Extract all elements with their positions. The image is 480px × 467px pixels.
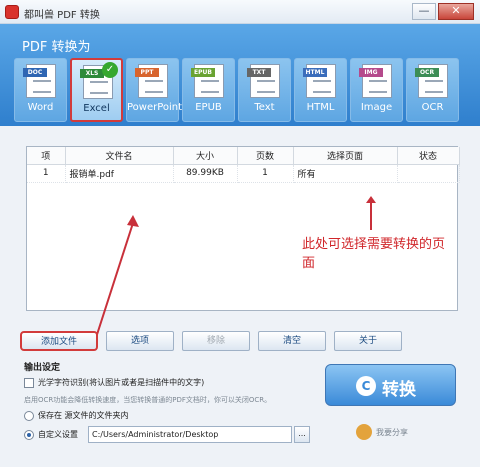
table-header-row: 项 文件名 大小 页数 选择页面 状态 <box>27 147 460 165</box>
format-button-ocr[interactable]: OCR OCR <box>406 58 459 122</box>
custom-path-label: 自定义设置 <box>38 430 78 439</box>
format-banner: PDF 转换为 DOC Word XLS ✓ Excel PPT PowerPoint EPU… <box>0 24 480 126</box>
annotation-text: 此处可选择需要转换的页面 <box>302 237 446 271</box>
clear-button[interactable]: 清空 <box>258 331 326 351</box>
window-title: 都叫兽 PDF 转换 <box>24 10 100 21</box>
text-file-icon: TXT <box>247 64 280 98</box>
window-controls: — ✕ <box>412 3 474 20</box>
remove-button[interactable]: 移除 <box>182 331 250 351</box>
format-label: PowerPoint <box>127 102 183 113</box>
title-bar: 都叫兽 PDF 转换 — ✕ <box>0 0 480 24</box>
image-file-icon: IMG <box>359 64 392 98</box>
column-header-index[interactable]: 项 <box>27 147 66 165</box>
add-file-button[interactable]: 添加文件 <box>20 331 98 351</box>
output-path-input[interactable]: C:/Users/Administrator/Desktop <box>88 426 292 443</box>
format-tag: EPUB <box>191 68 215 77</box>
banner-title: PDF 转换为 <box>22 40 91 55</box>
ocr-hint: 启用OCR功能会降低转换速度，当您转换普通的PDF文档时，你可以关闭OCR。 <box>24 396 272 404</box>
convert-icon: C <box>356 376 376 396</box>
format-tag: PPT <box>135 68 159 77</box>
column-header-select-pages[interactable]: 选择页面 <box>293 147 398 165</box>
format-label: OCR <box>421 102 444 113</box>
format-label: Image <box>360 102 393 113</box>
file-table[interactable]: 项 文件名 大小 页数 选择页面 状态 1 报销单.pdf 89.99KB 1 … <box>26 146 460 348</box>
format-button-image[interactable]: IMG Image <box>350 58 403 122</box>
ocr-label: 光学字符识别(将认图片或者是扫描件中的文字) <box>38 378 205 387</box>
format-label: Excel <box>83 103 110 114</box>
cell-status <box>397 164 460 183</box>
format-button-powerpoint[interactable]: PPT PowerPoint <box>126 58 183 122</box>
minimize-button[interactable]: — <box>412 3 436 20</box>
format-tag: TXT <box>247 68 271 77</box>
convert-label: 转换 <box>382 380 416 400</box>
column-header-status[interactable]: 状态 <box>397 147 460 165</box>
options-button[interactable]: 选项 <box>106 331 174 351</box>
html-file-icon: HTML <box>303 64 336 98</box>
cell-index: 1 <box>27 164 66 183</box>
column-header-filename[interactable]: 文件名 <box>65 147 174 165</box>
format-label: EPUB <box>195 102 222 113</box>
custom-path-option[interactable]: 自定义设置 <box>24 429 78 440</box>
main-panel: 项 文件名 大小 页数 选择页面 状态 1 报销单.pdf 89.99KB 1 … <box>0 126 480 467</box>
word-file-icon: DOC <box>23 64 56 98</box>
cell-filename: 报销单.pdf <box>65 164 174 183</box>
powerpoint-file-icon: PPT <box>135 64 168 98</box>
ocr-option[interactable]: 光学字符识别(将认图片或者是扫描件中的文字) <box>24 377 204 388</box>
share-link[interactable]: 我要分享 <box>356 424 408 440</box>
format-button-text[interactable]: TXT Text <box>238 58 291 122</box>
format-label: Word <box>27 102 54 113</box>
close-button[interactable]: ✕ <box>438 3 474 20</box>
format-button-excel[interactable]: XLS ✓ Excel <box>70 58 123 122</box>
cell-selected-pages[interactable]: 所有 <box>293 164 398 183</box>
cell-pages: 1 <box>237 164 294 183</box>
format-tag: DOC <box>23 68 47 77</box>
file-action-buttons: 添加文件 选项 移除 清空 关于 <box>20 331 402 351</box>
share-icon <box>356 424 372 440</box>
annotation-arrow-up <box>366 196 376 230</box>
column-header-size[interactable]: 大小 <box>173 147 238 165</box>
share-label: 我要分享 <box>376 427 408 437</box>
ocr-checkbox[interactable] <box>24 377 34 388</box>
format-tag: OCR <box>415 68 439 77</box>
format-tag: XLS <box>80 69 104 78</box>
cell-size: 89.99KB <box>173 164 238 183</box>
format-tag: IMG <box>359 68 383 77</box>
custom-path-radio[interactable] <box>24 429 34 440</box>
format-button-html[interactable]: HTML HTML <box>294 58 347 122</box>
format-list: DOC Word XLS ✓ Excel PPT PowerPoint EPUB EPUB TXT… <box>14 58 459 122</box>
app-icon <box>5 5 19 19</box>
ocr-file-icon: OCR <box>415 64 448 98</box>
save-source-radio[interactable] <box>24 410 34 421</box>
output-settings-title: 输出设定 <box>24 363 61 373</box>
save-source-label: 保存在 源文件的文件夹内 <box>38 411 129 420</box>
save-source-option[interactable]: 保存在 源文件的文件夹内 <box>24 410 129 421</box>
table-row[interactable]: 1 报销单.pdf 89.99KB 1 所有 <box>27 164 460 183</box>
browse-button[interactable]: ... <box>294 426 310 443</box>
format-tag: HTML <box>303 68 327 77</box>
epub-file-icon: EPUB <box>191 64 224 98</box>
column-header-pages[interactable]: 页数 <box>237 147 294 165</box>
convert-button[interactable]: C 转换 <box>325 364 456 406</box>
format-button-epub[interactable]: EPUB EPUB <box>182 58 235 122</box>
format-label: HTML <box>306 102 335 113</box>
selected-check-icon: ✓ <box>102 62 118 78</box>
format-button-word[interactable]: DOC Word <box>14 58 67 122</box>
format-label: Text <box>254 102 275 113</box>
about-button[interactable]: 关于 <box>334 331 402 351</box>
